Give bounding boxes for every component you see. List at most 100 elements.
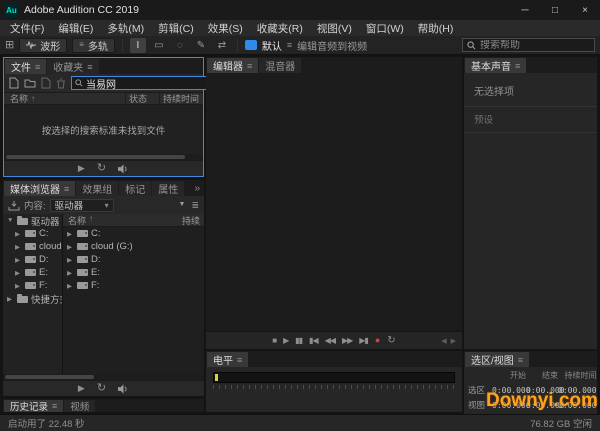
chevron-right-icon[interactable]: ▶ [67,256,74,264]
menu-edit[interactable]: 编辑(E) [51,21,100,36]
speaker-icon[interactable] [118,383,129,394]
trash-icon[interactable] [56,78,66,89]
menu-window[interactable]: 窗口(W) [359,21,411,36]
tree-item-drive[interactable]: ▶ C: [3,227,62,240]
autoplay-icon[interactable]: ▶ [78,164,85,173]
panel-menu-icon[interactable]: ≡ [237,355,242,365]
tab-properties[interactable]: 属性 [152,181,185,196]
editor-canvas[interactable] [206,73,462,331]
paintbrush-tool[interactable]: ✎ [193,38,209,53]
chevron-down-icon[interactable]: ▼ [7,217,14,224]
workspace-default-label[interactable]: 默认 [262,38,282,53]
drive-row[interactable]: ▶ C: [63,227,204,240]
tab-media-browser[interactable]: 媒体浏览器 ≡ [4,181,76,196]
chevron-right-icon[interactable]: ▶ [67,243,74,251]
workspace-grid-icon[interactable]: ⊞ [5,39,14,51]
chevron-right-icon[interactable]: ▶ [15,269,22,277]
panel-menu-icon[interactable]: ≡ [52,401,57,411]
drive-row[interactable]: ▶ D: [63,253,204,266]
drive-row[interactable]: ▶ E: [63,266,204,279]
maximize-button[interactable]: □ [540,0,570,20]
menu-file[interactable]: 文件(F) [3,21,51,36]
column-status[interactable]: 状态 [125,92,159,105]
fast-forward-button[interactable]: ▶▶ [342,336,353,345]
new-item-icon[interactable] [41,77,51,89]
menu-favorites[interactable]: 收藏夹(R) [250,21,310,36]
chevron-right-icon[interactable]: ▶ [67,282,74,290]
chevron-right-icon[interactable]: ▶ [15,282,22,290]
scrollbar-thumb[interactable] [5,375,94,379]
column-name[interactable]: 名称 ↑ [4,92,125,105]
multitrack-button[interactable]: ≡ 多轨 [72,37,115,53]
drive-row[interactable]: ▶ cloud (G:) [63,240,204,253]
loop-playback-icon[interactable]: ↻ [97,383,106,394]
loop-button[interactable]: ↻ [387,335,395,346]
tab-video[interactable]: 视频 [64,400,96,413]
speaker-icon[interactable] [118,163,129,174]
scroll-right-icon[interactable]: ▶ [451,337,456,345]
tab-selection-view[interactable]: 选区/视图 ≡ [465,352,530,367]
workspace-icon[interactable] [244,40,257,50]
record-button[interactable]: ● [375,336,380,345]
close-button[interactable]: × [570,0,600,20]
chevron-right-icon[interactable]: ▶ [67,230,74,238]
open-folder-icon[interactable] [24,78,36,88]
tab-overflow-icon[interactable]: » [190,181,204,196]
time-selection-tool[interactable]: I [129,37,146,53]
panel-menu-icon[interactable]: ≡ [35,62,40,72]
chevron-right-icon[interactable]: ▶ [15,243,22,251]
tab-files[interactable]: 文件 ≡ [5,59,47,74]
skip-forward-button[interactable]: ▶▮ [359,336,369,345]
waveform-button[interactable]: 波形 [19,37,68,53]
scroll-left-icon[interactable]: ◀ [441,337,446,345]
panel-menu-icon[interactable]: ≡ [87,62,92,72]
help-search-input[interactable] [480,39,590,51]
tree-item-drive[interactable]: ▶ E: [3,266,62,279]
play-button[interactable]: ▶ [283,336,289,345]
import-into-files-icon[interactable] [8,200,20,211]
view-options-icon[interactable]: ≣ [191,200,199,210]
menu-clip[interactable]: 剪辑(C) [151,21,201,36]
levels-meter[interactable] [206,367,462,412]
column-duration[interactable]: 持续 [182,214,204,227]
panel-menu-icon[interactable]: ≡ [515,61,520,71]
menu-help[interactable]: 帮助(H) [411,21,461,36]
chevron-right-icon[interactable]: ▶ [15,230,22,238]
import-file-icon[interactable] [9,77,19,89]
chevron-right-icon[interactable]: ▶ [7,295,14,303]
menu-effects[interactable]: 效果(S) [201,21,250,36]
workspace-alt-label[interactable]: 编辑音频到视频 [297,38,367,53]
tree-item-shortcuts[interactable]: ▶ 快捷方式 [3,292,62,305]
minimize-button[interactable]: ─ [510,0,540,20]
tab-history[interactable]: 历史记录 ≡ [4,400,64,413]
tab-editor[interactable]: 编辑器 ≡ [207,58,259,73]
pause-button[interactable]: ▮▮ [295,336,303,345]
tree-item-drive[interactable]: ▶ cloud (G:) [3,240,62,253]
tree-item-drive[interactable]: ▶ D: [3,253,62,266]
marquee-tool[interactable]: ▭ [151,38,167,53]
rewind-button[interactable]: ◀◀ [325,336,336,345]
panel-menu-icon[interactable]: ≡ [64,184,69,194]
workspace-menu-icon[interactable]: ≡ [287,40,292,50]
menu-multitrack[interactable]: 多轨(M) [100,21,151,36]
files-search-input[interactable] [86,77,218,89]
tab-mixer[interactable]: 混音器 [259,58,302,73]
column-name[interactable]: 名称 ↑ [63,214,182,227]
tab-favorites[interactable]: 收藏夹 ≡ [47,59,99,74]
stop-button[interactable]: ■ [272,336,277,345]
chevron-right-icon[interactable]: ▶ [67,269,74,277]
drive-row[interactable]: ▶ F: [63,279,204,292]
filter-icon[interactable]: ▼ [179,201,186,210]
tab-essential-sound[interactable]: 基本声音 ≡ [465,58,527,73]
lasso-tool[interactable]: ◌ [172,38,188,53]
tab-markers[interactable]: 标记 [119,181,152,196]
chevron-right-icon[interactable]: ▶ [15,256,22,264]
autoplay-icon[interactable]: ▶ [78,384,85,393]
slip-tool[interactable]: ⇄ [214,38,230,53]
tab-levels[interactable]: 电平 ≡ [207,352,249,367]
menu-view[interactable]: 视图(V) [310,21,359,36]
tree-item-drives[interactable]: ▼ 驱动器 [3,214,62,227]
tree-item-drive[interactable]: ▶ F: [3,279,62,292]
loop-playback-icon[interactable]: ↻ [97,163,106,174]
panel-menu-icon[interactable]: ≡ [518,355,523,365]
